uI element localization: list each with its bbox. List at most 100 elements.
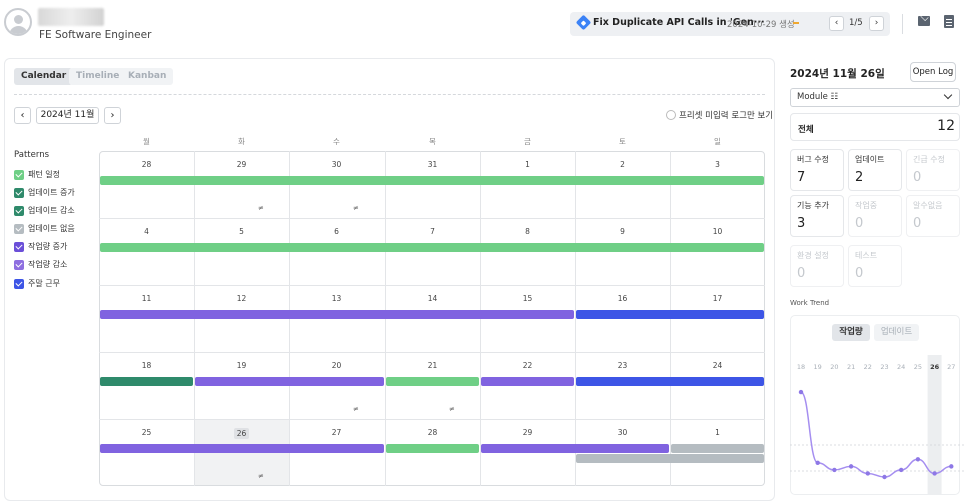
day-number[interactable]: 4	[99, 227, 194, 236]
event-bar[interactable]	[576, 454, 764, 463]
x-tick-label: 18	[797, 363, 805, 371]
day-number[interactable]: 12	[194, 294, 289, 303]
pattern-item[interactable]: 주말 근무	[14, 278, 94, 290]
month-prev-button[interactable]: ‹	[14, 107, 31, 124]
month-next-button[interactable]: ›	[104, 107, 121, 124]
day-number[interactable]: 27	[289, 428, 384, 437]
pattern-item[interactable]: 업데이트 없음	[14, 223, 94, 235]
day-number[interactable]: 13	[289, 294, 384, 303]
trend-tab-update[interactable]: 업데이트	[874, 324, 919, 341]
x-tick-label: 20	[830, 363, 838, 371]
checkbox-checked-icon[interactable]	[14, 224, 24, 234]
day-number[interactable]: 16	[575, 294, 670, 303]
x-tick-label: 26	[930, 363, 940, 371]
calendar-row-divider	[99, 218, 765, 219]
stat-card: 버그 수정 7	[790, 149, 844, 191]
day-number[interactable]: 7	[385, 227, 480, 236]
day-number[interactable]: 23	[575, 361, 670, 370]
day-number[interactable]: 14	[385, 294, 480, 303]
day-number[interactable]: 1	[480, 160, 575, 169]
day-number[interactable]: 22	[480, 361, 575, 370]
today-badge: 26	[233, 428, 250, 439]
tab-kanban[interactable]: Kanban	[121, 68, 174, 85]
pattern-label: 업데이트 증가	[28, 188, 75, 197]
weekday-label: 일	[714, 137, 721, 146]
day-number[interactable]: 30	[575, 428, 670, 437]
day-number[interactable]: 2	[575, 160, 670, 169]
open-log-button[interactable]: Open Log	[910, 62, 956, 82]
stat-label: 알수없음	[913, 201, 943, 210]
day-number[interactable]: 29	[480, 428, 575, 437]
day-number[interactable]: 9	[575, 227, 670, 236]
document-icon[interactable]	[944, 15, 954, 28]
checkbox-checked-icon[interactable]	[14, 242, 24, 252]
day-number[interactable]: 6	[289, 227, 384, 236]
task-prev-button[interactable]: ‹	[829, 16, 844, 31]
day-number[interactable]: 25	[99, 428, 194, 437]
day-number[interactable]: 31	[385, 160, 480, 169]
pattern-label: 주말 근무	[28, 279, 60, 288]
day-number[interactable]: 15	[480, 294, 575, 303]
pattern-item[interactable]: 업데이트 증가	[14, 187, 94, 199]
day-number[interactable]: 30	[289, 160, 384, 169]
memo-icon[interactable]: ≠	[258, 204, 264, 212]
day-number[interactable]: 19	[194, 361, 289, 370]
day-number[interactable]: 28	[385, 428, 480, 437]
event-bar[interactable]	[481, 444, 669, 453]
memo-icon[interactable]: ≠	[258, 472, 264, 480]
day-number[interactable]: 24	[670, 361, 765, 370]
stat-label: 긴급 수정	[913, 155, 945, 164]
avatar[interactable]	[4, 8, 32, 36]
module-select[interactable]: Module ☷	[790, 88, 960, 107]
preset-filter-checkbox[interactable]	[666, 110, 676, 120]
checkbox-checked-icon[interactable]	[14, 279, 24, 289]
event-bar[interactable]	[481, 377, 574, 386]
event-bar[interactable]	[576, 310, 764, 319]
day-number[interactable]: 29	[194, 160, 289, 169]
event-bar[interactable]	[386, 377, 479, 386]
checkbox-checked-icon[interactable]	[14, 260, 24, 270]
day-number[interactable]: 28	[99, 160, 194, 169]
pattern-item[interactable]: 작업량 증가	[14, 241, 94, 253]
memo-icon[interactable]: ≠	[353, 204, 359, 212]
pattern-item[interactable]: 업데이트 감소	[14, 205, 94, 217]
current-task-date: 2024-10-29 생성	[727, 20, 795, 30]
checkbox-checked-icon[interactable]	[14, 188, 24, 198]
work-trend-chart: 18 19 20 21 22 23 24 25 26 27	[790, 355, 966, 495]
event-bar[interactable]	[100, 176, 764, 185]
day-number[interactable]: 20	[289, 361, 384, 370]
event-bar[interactable]	[100, 310, 574, 319]
event-bar[interactable]	[100, 377, 193, 386]
memo-icon[interactable]: ≠	[353, 405, 359, 413]
event-bar[interactable]	[576, 377, 764, 386]
tab-timeline[interactable]: Timeline	[69, 68, 127, 85]
day-number[interactable]: 21	[385, 361, 480, 370]
day-number[interactable]: 8	[480, 227, 575, 236]
preset-filter-label[interactable]: 프리셋 미입력 로그만 보기	[679, 109, 773, 121]
pattern-item[interactable]: 작업량 감소	[14, 259, 94, 271]
day-number[interactable]: 3	[670, 160, 765, 169]
day-number[interactable]: 5	[194, 227, 289, 236]
day-number[interactable]: 10	[670, 227, 765, 236]
day-number[interactable]: 18	[99, 361, 194, 370]
trend-tab-workload[interactable]: 작업량	[832, 324, 870, 341]
day-number[interactable]: 1	[670, 428, 765, 437]
checkbox-checked-icon[interactable]	[14, 206, 24, 216]
event-bar[interactable]	[100, 444, 384, 453]
day-number[interactable]: 11	[99, 294, 194, 303]
memo-icon[interactable]: ≠	[449, 405, 455, 413]
day-number[interactable]: 26	[194, 428, 289, 439]
event-bar[interactable]	[386, 444, 479, 453]
pattern-item[interactable]: 패턴 일정	[14, 169, 94, 181]
event-bar[interactable]	[195, 377, 384, 386]
tab-calendar[interactable]: Calendar	[14, 68, 74, 85]
event-bar[interactable]	[100, 243, 764, 252]
calendar-row-divider	[99, 419, 765, 420]
checkbox-checked-icon[interactable]	[14, 170, 24, 180]
user-name-blurred	[38, 8, 104, 26]
mail-icon[interactable]	[918, 16, 930, 26]
task-next-button[interactable]: ›	[869, 16, 884, 31]
day-number[interactable]: 17	[670, 294, 765, 303]
month-label[interactable]: 2024년 11월	[36, 107, 99, 124]
event-bar[interactable]	[671, 444, 764, 453]
